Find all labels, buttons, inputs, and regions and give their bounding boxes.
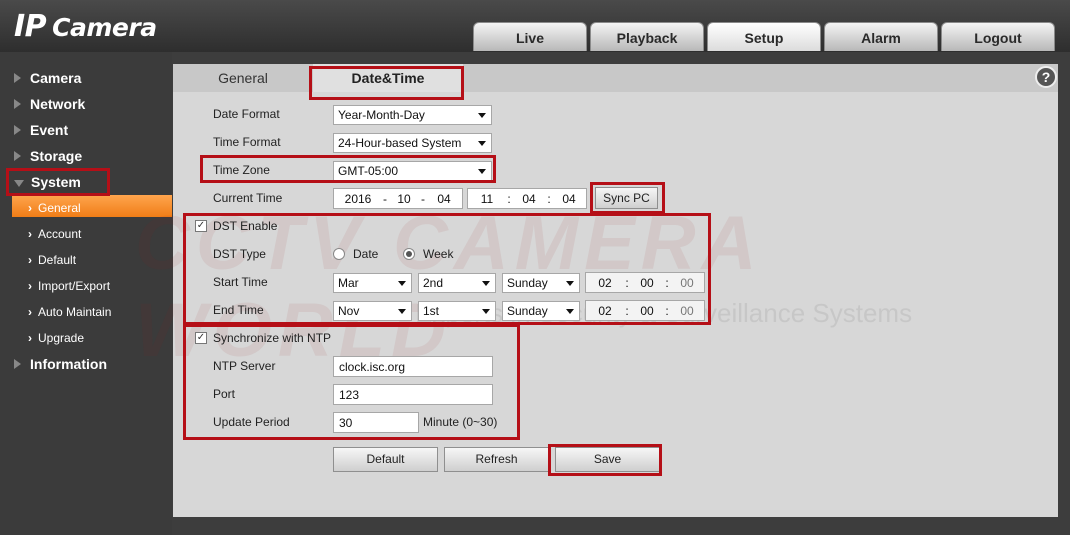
sidebar-sub-auto-maintain[interactable]: › Auto Maintain — [28, 302, 111, 322]
dst-type-week-radio[interactable] — [403, 248, 415, 260]
start-month-select[interactable]: Mar — [333, 273, 412, 293]
chevron-right-icon: › — [28, 331, 32, 345]
nav-tab-live[interactable]: Live — [473, 22, 587, 51]
end-hour: 02 — [598, 304, 612, 318]
chevron-right-icon: › — [28, 227, 32, 241]
time-format-select[interactable]: 24-Hour-based System — [333, 133, 492, 153]
port-input[interactable]: 123 — [333, 384, 493, 405]
nav-tab-setup[interactable]: Setup — [707, 22, 821, 51]
collapse-arrow-icon — [14, 180, 24, 187]
end-time-label: End Time — [213, 303, 264, 317]
start-week-select[interactable]: 2nd — [418, 273, 496, 293]
end-day-select[interactable]: Sunday — [502, 301, 580, 321]
nav-tab-alarm[interactable]: Alarm — [824, 22, 938, 51]
expand-arrow-icon — [14, 151, 21, 161]
time-zone-label: Time Zone — [213, 163, 270, 177]
dst-type-date-radio[interactable] — [333, 248, 345, 260]
time-format-label: Time Format — [213, 135, 281, 149]
top-nav: Live Playback Setup Alarm Logout — [473, 22, 1055, 51]
expand-arrow-icon — [14, 125, 21, 135]
update-period-label: Update Period — [213, 415, 290, 429]
expand-arrow-icon — [14, 73, 21, 83]
expand-arrow-icon — [14, 359, 21, 369]
sync-pc-button[interactable]: Sync PC — [595, 187, 658, 209]
end-week-select[interactable]: 1st — [418, 301, 496, 321]
refresh-button[interactable]: Refresh — [444, 447, 549, 472]
current-time-field[interactable]: 11 : 04 : 04 — [467, 188, 587, 209]
dst-enable-label: DST Enable — [213, 219, 278, 233]
sidebar-item-network[interactable]: Network — [14, 94, 85, 114]
help-icon[interactable]: ? — [1035, 66, 1057, 88]
chevron-right-icon: › — [28, 279, 32, 293]
chevron-right-icon: › — [28, 253, 32, 267]
date-format-label: Date Format — [213, 107, 280, 121]
sync-ntp-label: Synchronize with NTP — [213, 331, 332, 345]
default-button[interactable]: Default — [333, 447, 438, 472]
hour-value: 11 — [480, 192, 494, 206]
sidebar-item-camera[interactable]: Camera — [14, 68, 81, 88]
start-minute: 00 — [640, 276, 654, 290]
dst-enable-checkbox[interactable]: ✓ — [195, 220, 207, 232]
tab-datetime[interactable]: Date&Time — [313, 64, 463, 92]
end-month-select[interactable]: Nov — [333, 301, 412, 321]
start-day-select[interactable]: Sunday — [502, 273, 580, 293]
sidebar-sub-general[interactable]: › General — [28, 198, 81, 218]
start-time-field[interactable]: 02 : 00 : 00 — [585, 272, 705, 293]
sidebar-sub-import-export[interactable]: › Import/Export — [28, 276, 110, 296]
dst-type-date-label: Date — [353, 247, 379, 261]
month-value: 10 — [397, 192, 411, 206]
sidebar-sub-upgrade[interactable]: › Upgrade — [28, 328, 84, 348]
ntp-server-input[interactable]: clock.isc.org — [333, 356, 493, 377]
dst-type-week-label: Week — [423, 247, 454, 261]
sidebar-item-event[interactable]: Event — [14, 120, 68, 140]
sync-ntp-checkbox[interactable]: ✓ — [195, 332, 207, 344]
sidebar-item-information[interactable]: Information — [14, 354, 107, 374]
sidebar-sub-default[interactable]: › Default — [28, 250, 76, 270]
nav-tab-playback[interactable]: Playback — [590, 22, 704, 51]
date-format-select[interactable]: Year-Month-Day — [333, 105, 492, 125]
day-value: 04 — [437, 192, 451, 206]
year-value: 2016 — [344, 192, 372, 206]
current-date-field[interactable]: 2016 - 10 - 04 — [333, 188, 463, 209]
minute-value: 04 — [522, 192, 536, 206]
start-second: 00 — [680, 276, 694, 290]
sidebar-item-storage[interactable]: Storage — [14, 146, 82, 166]
time-zone-select[interactable]: GMT-05:00 — [333, 161, 492, 181]
end-time-field[interactable]: 02 : 00 : 00 — [585, 300, 705, 321]
port-label: Port — [213, 387, 236, 401]
sub-tab-bar: General Date&Time ? — [173, 64, 1058, 92]
expand-arrow-icon — [14, 99, 21, 109]
update-period-input[interactable]: 30 — [333, 412, 419, 433]
header-bar: IP Camera Live Playback Setup Alarm Logou… — [0, 0, 1070, 52]
update-period-unit: Minute (0~30) — [423, 415, 498, 429]
chevron-right-icon: › — [28, 201, 32, 215]
chevron-right-icon: › — [28, 305, 32, 319]
ntp-server-label: NTP Server — [213, 359, 276, 373]
dst-type-label: DST Type — [213, 247, 266, 261]
end-minute: 00 — [640, 304, 654, 318]
save-button[interactable]: Save — [555, 447, 660, 472]
nav-tab-logout[interactable]: Logout — [941, 22, 1055, 51]
sidebar-item-system[interactable]: System — [14, 172, 81, 192]
end-second: 00 — [680, 304, 694, 318]
app-logo: IP Camera — [14, 9, 157, 44]
current-time-label: Current Time — [213, 191, 283, 205]
start-time-label: Start Time — [213, 275, 268, 289]
second-value: 04 — [562, 192, 576, 206]
start-hour: 02 — [598, 276, 612, 290]
sidebar-sub-account[interactable]: › Account — [28, 224, 81, 244]
tab-general[interactable]: General — [173, 64, 313, 92]
